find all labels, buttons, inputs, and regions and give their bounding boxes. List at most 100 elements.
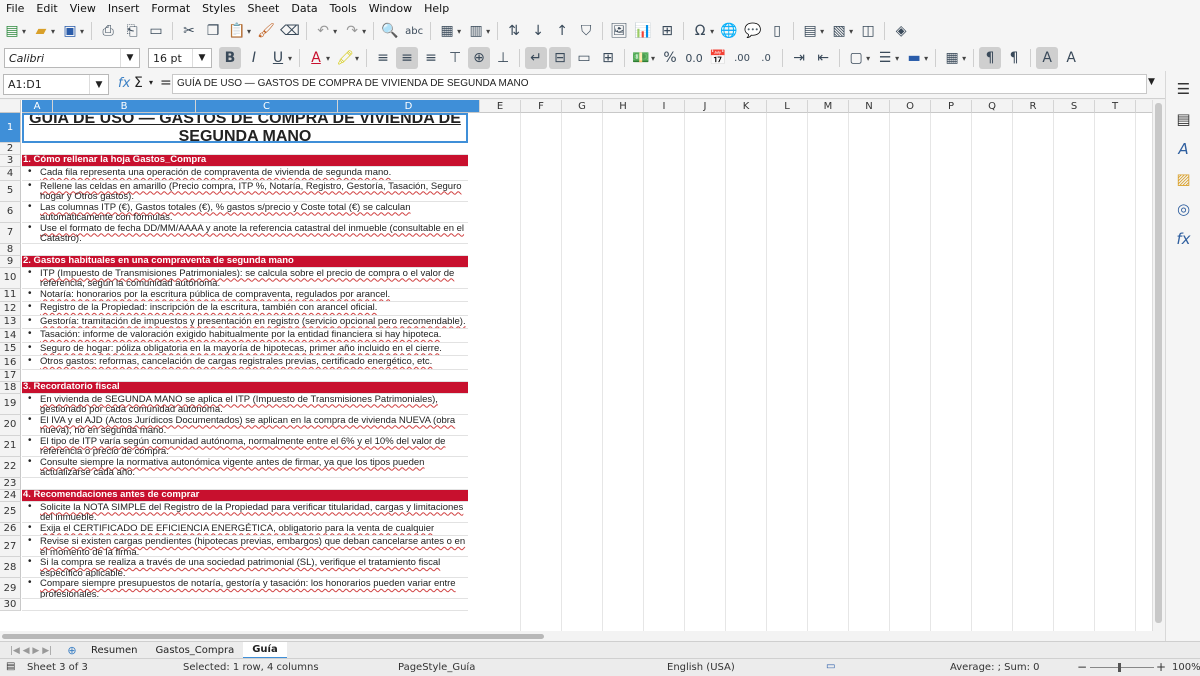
menu-file[interactable]: File <box>0 2 30 15</box>
column-header-b[interactable]: B <box>53 100 196 113</box>
row-header[interactable]: 16 <box>0 356 21 370</box>
copy-icon[interactable]: ❐ <box>202 20 224 42</box>
row-header[interactable]: 25 <box>0 501 21 523</box>
guide-bullet-cell[interactable]: El IVA y el AJD (Actos Jurídicos Documen… <box>22 415 468 436</box>
open-folder-icon[interactable]: ▰ <box>30 20 52 42</box>
guide-bullet-cell[interactable]: Revise si existen cargas pendientes (hip… <box>22 536 468 557</box>
guide-bullet-cell[interactable]: Solicite la NOTA SIMPLE del Registro de … <box>22 502 468 523</box>
column-header-i[interactable]: I <box>644 100 685 113</box>
row-header[interactable]: 13 <box>0 315 21 329</box>
increase-indent-icon[interactable]: ⇥ <box>788 47 810 69</box>
function-wizard-icon[interactable]: fx <box>118 76 130 91</box>
row-icon[interactable]: ▦ <box>436 20 458 42</box>
show-draw-functions-icon[interactable]: ◈ <box>890 20 912 42</box>
insert-chart-icon[interactable]: 📊 <box>632 20 654 42</box>
zoom-in-icon[interactable]: + <box>1156 660 1166 674</box>
chevron-down-icon[interactable]: ▼ <box>89 75 108 94</box>
bold-icon[interactable]: B <box>219 47 241 69</box>
unmerge-cells-icon[interactable]: ⊞ <box>597 47 619 69</box>
styles-icon[interactable]: A <box>1172 137 1196 161</box>
column-header-k[interactable]: K <box>726 100 767 113</box>
title-cell[interactable]: GUÍA DE USO — GASTOS DE COMPRA DE VIVIEN… <box>22 113 468 143</box>
row-header[interactable]: 29 <box>0 578 21 599</box>
empty-cell[interactable] <box>22 370 468 382</box>
pivot-table-icon[interactable]: ⊞ <box>656 20 678 42</box>
column-header-p[interactable]: P <box>931 100 972 113</box>
horizontal-scrollbar[interactable] <box>0 631 1165 641</box>
column-header-n[interactable]: N <box>849 100 890 113</box>
properties-icon[interactable]: ▤ <box>1172 107 1196 131</box>
menu-styles[interactable]: Styles <box>196 2 241 15</box>
insert-image-icon[interactable]: 🖼 <box>608 20 630 42</box>
empty-cell[interactable] <box>22 478 468 490</box>
row-header[interactable]: 28 <box>0 557 21 578</box>
left-to-right-icon[interactable]: ¶ <box>979 47 1002 69</box>
page-style[interactable]: PageStyle_Guía <box>398 662 475 673</box>
right-to-left-icon[interactable]: ¶ <box>1003 47 1025 69</box>
row-header[interactable]: 30 <box>0 599 21 611</box>
spelling-icon[interactable]: abc <box>403 20 425 42</box>
column-header-f[interactable]: F <box>521 100 562 113</box>
row-header[interactable]: 9 <box>0 255 21 268</box>
paste-icon[interactable]: 📋 <box>226 20 248 42</box>
zoom-slider-handle[interactable] <box>1118 663 1121 672</box>
print-preview-icon[interactable]: ▭ <box>145 20 167 42</box>
menu-view[interactable]: View <box>64 2 102 15</box>
guide-bullet-cell[interactable]: Registro de la Propiedad: inscripción de… <box>22 302 468 316</box>
guide-bullet-cell[interactable]: Notaría: honorarios por la escritura púb… <box>22 289 468 302</box>
row-header[interactable]: 18 <box>0 381 21 394</box>
guide-bullet-cell[interactable]: Cada fila representa una operación de co… <box>22 167 468 181</box>
add-sheet-icon[interactable]: ⊕ <box>62 644 82 657</box>
horizontal-scroll-thumb[interactable] <box>2 634 544 639</box>
align-left-icon[interactable]: ≡ <box>372 47 394 69</box>
guide-bullet-cell[interactable]: El tipo de ITP varía según comunidad aut… <box>22 436 468 457</box>
sheet-tab[interactable]: Resumen <box>82 643 146 658</box>
column-header-j[interactable]: J <box>685 100 726 113</box>
menu-edit[interactable]: Edit <box>30 2 63 15</box>
name-box[interactable]: A1:D1 ▼ <box>3 74 109 95</box>
menu-window[interactable]: Window <box>363 2 418 15</box>
column-header-s[interactable]: S <box>1054 100 1095 113</box>
percent-format-icon[interactable]: % <box>659 47 681 69</box>
row-header[interactable]: 22 <box>0 456 21 478</box>
guide-bullet-cell[interactable]: Seguro de hogar: póliza obligatoria en l… <box>22 343 468 356</box>
guide-bullet-cell[interactable]: Consulte siempre la normativa autonómica… <box>22 457 468 478</box>
font-size-box[interactable]: 16 pt ▼ <box>148 48 212 68</box>
center-vertically-icon[interactable]: ⊕ <box>468 47 491 69</box>
menu-help[interactable]: Help <box>418 2 455 15</box>
column-header-q[interactable]: Q <box>972 100 1013 113</box>
row-header[interactable]: 2 <box>0 143 21 155</box>
functions-icon[interactable]: fx <box>1172 227 1196 251</box>
sheet-tab[interactable]: Guía <box>243 642 287 659</box>
sum-summary[interactable]: Average: ; Sum: 0 <box>950 662 1040 673</box>
column-header-g[interactable]: G <box>562 100 603 113</box>
guide-bullet-cell[interactable]: Compare siempre presupuestos de notaría,… <box>22 578 468 599</box>
border-style-icon[interactable]: ☰ <box>874 47 896 69</box>
split-window-icon[interactable]: ◫ <box>857 20 879 42</box>
special-character-icon[interactable]: Ω <box>689 20 711 42</box>
undo-icon[interactable]: ↶ <box>312 20 334 42</box>
guide-bullet-cell[interactable]: Exija el CERTIFICADO DE EFICIENCIA ENERG… <box>22 523 468 536</box>
italic-icon[interactable]: I <box>243 47 265 69</box>
expand-formula-bar-icon[interactable]: ▼ <box>1148 77 1155 87</box>
section-header-cell[interactable]: 3. Recordatorio fiscal <box>22 381 468 394</box>
row-header[interactable]: 17 <box>0 369 21 382</box>
row-header[interactable]: 24 <box>0 489 21 502</box>
freeze-rows-columns-icon[interactable]: ▧ <box>828 20 850 42</box>
row-header[interactable]: 12 <box>0 302 21 316</box>
underline-icon[interactable]: U <box>267 47 289 69</box>
column-header-e[interactable]: E <box>480 100 521 113</box>
clear-formatting-icon[interactable]: ⌫ <box>279 20 301 42</box>
guide-bullet-cell[interactable]: Si la compra se realiza a través de una … <box>22 557 468 578</box>
guide-bullet-cell[interactable]: Rellene las celdas en amarillo (Precio c… <box>22 181 468 202</box>
empty-cell[interactable] <box>22 599 468 611</box>
row-header[interactable]: 21 <box>0 435 21 457</box>
column-header-m[interactable]: M <box>808 100 849 113</box>
section-header-cell[interactable]: 1. Cómo rellenar la hoja Gastos_Compra <box>22 155 468 167</box>
row-header[interactable]: 15 <box>0 342 21 356</box>
text-direction-horizontal-icon[interactable]: A <box>1036 47 1059 69</box>
row-header[interactable]: 20 <box>0 414 21 436</box>
align-bottom-icon[interactable]: ⊥ <box>492 47 514 69</box>
column-header-h[interactable]: H <box>603 100 644 113</box>
column-header-u[interactable]: U <box>1136 100 1152 113</box>
